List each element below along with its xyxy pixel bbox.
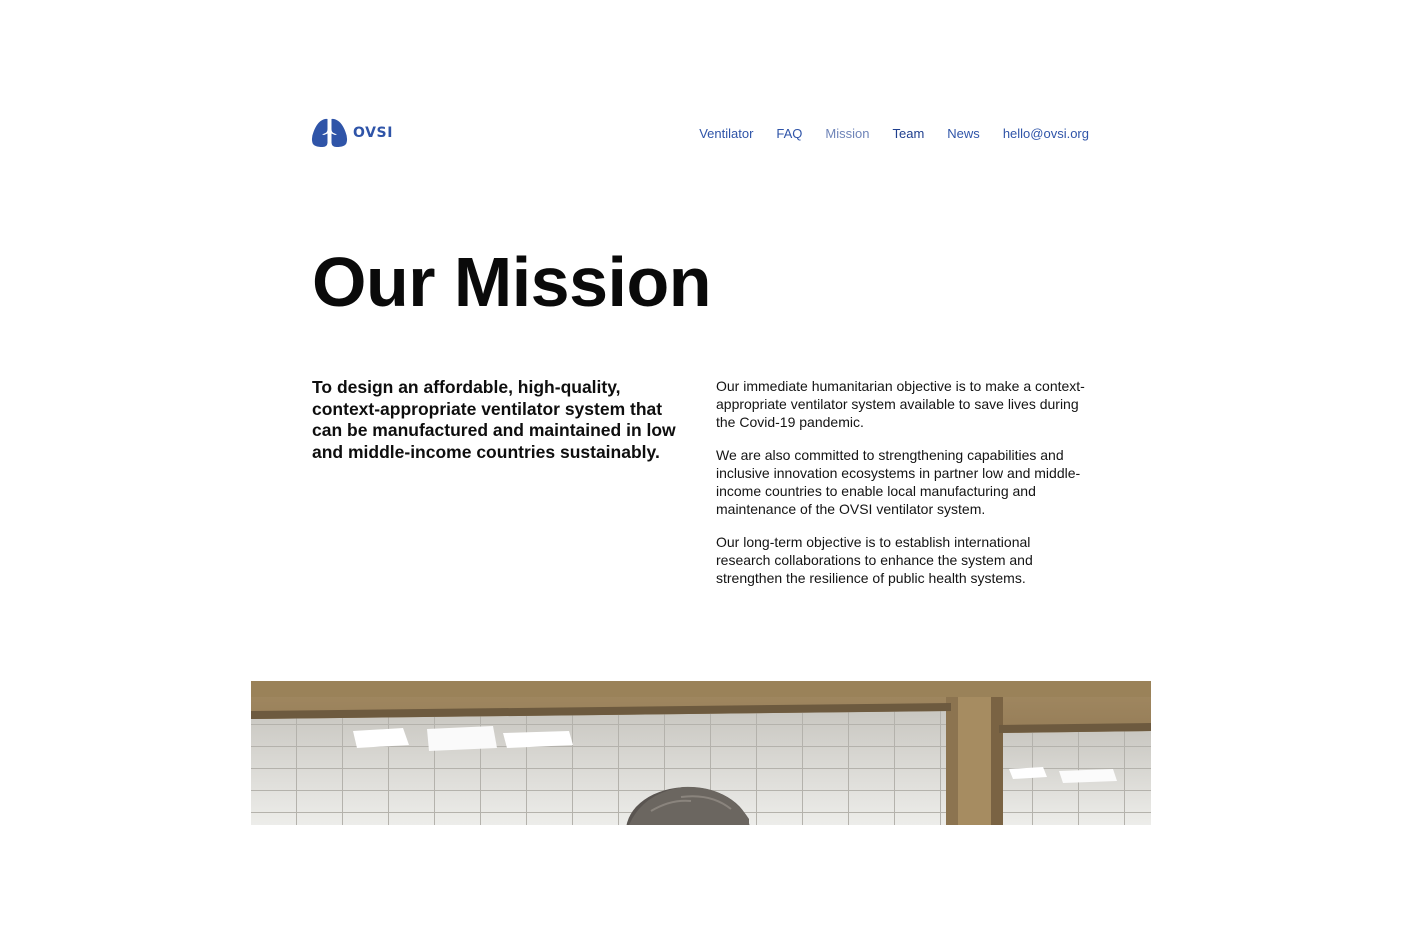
nav-link-ventilator[interactable]: Ventilator [699,126,753,141]
site-header: OVSI Ventilator FAQ Mission Team News he… [311,118,1089,150]
nav-link-news[interactable]: News [947,126,980,141]
home-logo-link[interactable]: OVSI [311,118,393,148]
mission-photo [251,681,1151,825]
paragraph-immediate-objective: Our immediate humanitarian objective is … [716,378,1085,430]
lungs-icon [311,118,348,148]
brand-name: OVSI [353,125,394,141]
paragraph-long-term-objective: Our long-term objective is to establish … [716,534,1033,586]
nav-link-mission[interactable]: Mission [825,126,869,141]
nav-link-email[interactable]: hello@ovsi.org [1003,126,1089,141]
paragraph-commitment: We are also committed to strengthening c… [716,447,1081,517]
mission-statement: To design an affordable, high-quality, c… [312,377,676,462]
page-title: Our Mission [312,243,711,321]
photo-illustration [251,681,1151,825]
nav-link-faq[interactable]: FAQ [776,126,802,141]
mission-details: Our immediate humanitarian objective is … [716,377,1088,602]
main-nav: Ventilator FAQ Mission Team News hello@o… [676,126,1089,141]
nav-link-team[interactable]: Team [893,126,925,141]
